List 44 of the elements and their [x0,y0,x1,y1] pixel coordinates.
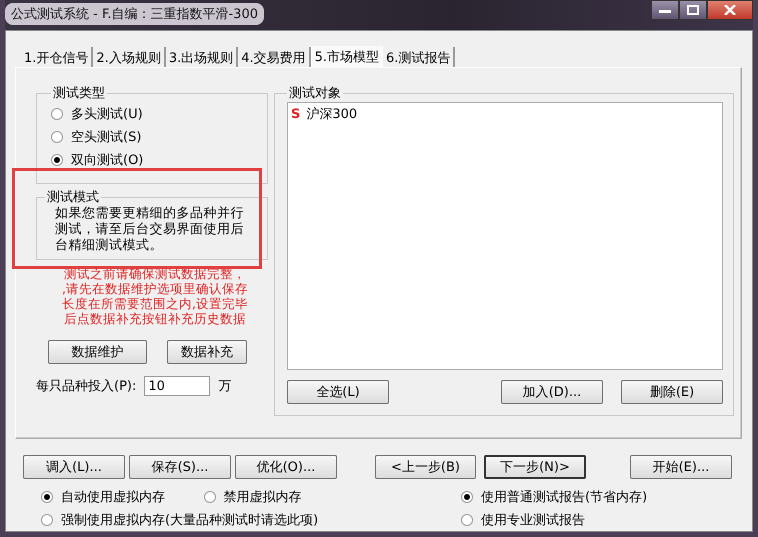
radio-label: 使用普通测试报告(节省内存) [481,488,648,506]
list-item[interactable]: 沪深300 [306,105,358,123]
close-button[interactable] [707,0,753,20]
action-button[interactable]: 下一步(N)> [484,455,586,479]
action-button[interactable]: <上一步(B) [375,455,476,479]
action-button[interactable]: 调入(L)... [23,455,125,479]
radio-button[interactable] [461,490,473,502]
radio-button[interactable] [51,154,63,166]
action-button[interactable]: 保存(S)... [129,455,231,479]
radio-label: 双向测试(O) [71,152,144,168]
data-button[interactable]: 数据维护 [48,340,147,364]
radio-label: 强制使用虚拟内存(大量品种测试时请选此项) [61,512,318,528]
radio-button[interactable] [41,514,53,526]
group-title: 测试模式 [46,189,100,206]
list-button[interactable]: 全选(L) [287,380,389,404]
data-button[interactable]: 数据补充 [167,340,247,364]
radio-label: 禁用虚拟内存 [224,488,302,506]
group-title: 测试类型 [52,85,106,102]
window-title: 公式测试系统 - F.自编：三重指数平滑-300 [5,3,264,25]
input-field[interactable]: 10 [144,376,210,396]
radio-button[interactable] [41,490,53,502]
info-text: 如果您需要更精细的多品种并行测试，请至后台交易界面使用后台精细测试模式。 [55,206,245,254]
maximize-button[interactable] [679,0,707,20]
radio-label: 使用专业测试报告 [481,512,585,528]
maximize-icon [687,5,699,15]
market-marker: S [291,106,300,122]
radio-label: 空头测试(S) [71,128,142,146]
action-button[interactable]: 优化(O)... [235,455,337,479]
radio-button[interactable] [204,490,216,502]
tab[interactable]: 5.市场模型 [310,46,384,68]
radio-button[interactable] [461,514,473,526]
radio-button[interactable] [51,130,63,142]
radio-label: 自动使用虚拟内存 [61,488,165,506]
minimize-button[interactable] [651,0,679,20]
list-button[interactable]: 删除(E) [621,380,723,404]
close-icon [724,5,736,15]
minimize-icon [659,7,671,13]
radio-button[interactable] [51,108,63,120]
radio-label: 多头测试(U) [71,106,143,122]
list-button[interactable]: 加入(D)... [501,380,603,404]
group-title: 测试对象 [288,85,342,102]
action-button[interactable]: 开始(E)... [630,455,732,479]
unit-label: 万 [218,378,232,395]
field-label: 每只品种投入(P): [36,378,136,395]
